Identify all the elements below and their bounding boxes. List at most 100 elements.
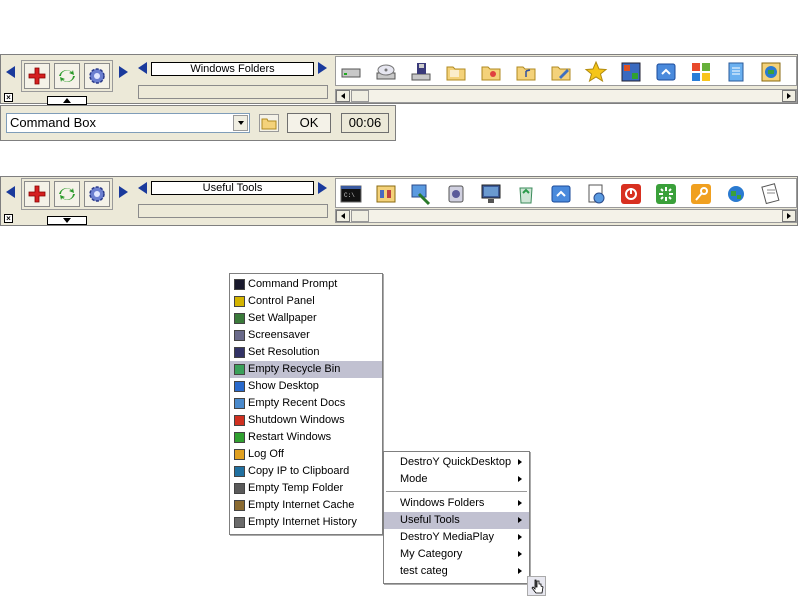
next-panel-arrow-icon[interactable]: [119, 186, 128, 198]
next-panel-arrow-icon[interactable]: [119, 66, 128, 78]
context-item-useful-tools[interactable]: Useful Tools: [384, 512, 529, 529]
toolbar-buttons-group: [21, 178, 113, 210]
scroll-right-button[interactable]: [782, 90, 796, 102]
menu-item-empty-internet-history[interactable]: Empty Internet History: [230, 514, 382, 531]
folder-edit-icon[interactable]: [548, 59, 574, 85]
menu-item-copy-ip-to-clipboard[interactable]: Copy IP to Clipboard: [230, 463, 382, 480]
shutdown-icon: [234, 415, 245, 426]
category-progress-bar: [138, 85, 328, 99]
context-item-label: Windows Folders: [400, 497, 485, 509]
scroll-left-button[interactable]: [336, 210, 350, 222]
close-toolbar-button[interactable]: ×: [4, 214, 13, 223]
menu-item-shutdown-windows[interactable]: Shutdown Windows: [230, 412, 382, 429]
menu-item-label: Command Prompt: [248, 278, 338, 290]
add-button[interactable]: [24, 63, 50, 89]
next-category-arrow-icon[interactable]: [318, 62, 327, 74]
context-item-mode[interactable]: Mode: [384, 471, 529, 488]
notepad-icon[interactable]: [723, 59, 749, 85]
screensaver-icon[interactable]: [443, 181, 469, 207]
folder-shared-icon[interactable]: [443, 59, 469, 85]
cd-drive-icon[interactable]: [373, 59, 399, 85]
recent-docs-icon[interactable]: [583, 181, 609, 207]
scroll-thumb[interactable]: [351, 210, 369, 222]
menu-item-empty-recycle-bin[interactable]: Empty Recycle Bin: [230, 361, 382, 378]
prev-category-arrow-icon[interactable]: [138, 62, 147, 74]
close-toolbar-button[interactable]: ×: [4, 93, 13, 102]
refresh-button[interactable]: [54, 181, 80, 207]
menu-item-show-desktop[interactable]: Show Desktop: [230, 378, 382, 395]
icon-strip: [335, 56, 797, 86]
menu-item-empty-recent-docs[interactable]: Empty Recent Docs: [230, 395, 382, 412]
show-desktop-icon[interactable]: [548, 181, 574, 207]
red-cross-icon: [28, 185, 46, 203]
ip-globe-icon[interactable]: [723, 181, 749, 207]
menu-item-set-wallpaper[interactable]: Set Wallpaper: [230, 310, 382, 327]
wallpaper-icon[interactable]: [408, 181, 434, 207]
favorites-star-icon[interactable]: [583, 59, 609, 85]
context-item-destroy-quickdesktop[interactable]: DestroY QuickDesktop: [384, 454, 529, 471]
dropdown-button[interactable]: [233, 115, 248, 131]
recent-docs-icon: [234, 398, 245, 409]
submenu-arrow-icon: [518, 517, 522, 523]
windows-logo-icon[interactable]: [688, 59, 714, 85]
scroll-left-button[interactable]: [336, 90, 350, 102]
internet-history-icon: [234, 517, 245, 528]
scroll-right-button[interactable]: [782, 210, 796, 222]
folder-music-icon[interactable]: [513, 59, 539, 85]
show-desktop-icon: [234, 381, 245, 392]
temp-folder-icon: [234, 483, 245, 494]
context-item-test-categ[interactable]: test categ: [384, 563, 529, 580]
menu-item-screensaver[interactable]: Screensaver: [230, 327, 382, 344]
menu-item-command-prompt[interactable]: Command Prompt: [230, 276, 382, 293]
control-panel-icon[interactable]: [373, 181, 399, 207]
floppy-drive-icon[interactable]: [408, 59, 434, 85]
settings-button[interactable]: [84, 63, 110, 89]
recycle-bin-icon[interactable]: [513, 181, 539, 207]
resolution-icon[interactable]: [478, 181, 504, 207]
control-panel-icon[interactable]: [618, 59, 644, 85]
gear-icon: [89, 186, 105, 202]
folder-docs-icon[interactable]: [478, 59, 504, 85]
hard-drive-icon[interactable]: [338, 59, 364, 85]
menu-item-log-off[interactable]: Log Off: [230, 446, 382, 463]
restart-icon[interactable]: [653, 181, 679, 207]
add-button[interactable]: [24, 181, 50, 207]
icon-strip-scrollbar[interactable]: [335, 89, 797, 103]
context-item-windows-folders[interactable]: Windows Folders: [384, 495, 529, 512]
gear-icon: [89, 68, 105, 84]
next-category-arrow-icon[interactable]: [318, 182, 327, 194]
settings-button[interactable]: [84, 181, 110, 207]
command-prompt-icon: [234, 279, 245, 290]
prev-panel-arrow-icon[interactable]: [6, 186, 15, 198]
logoff-icon[interactable]: [688, 181, 714, 207]
icon-strip-scrollbar[interactable]: [335, 209, 797, 223]
menu-item-empty-internet-cache[interactable]: Empty Internet Cache: [230, 497, 382, 514]
prev-category-arrow-icon[interactable]: [138, 182, 147, 194]
refresh-button[interactable]: [54, 63, 80, 89]
chevron-left-icon: [341, 93, 345, 99]
menu-item-set-resolution[interactable]: Set Resolution: [230, 344, 382, 361]
ok-button[interactable]: OK: [287, 113, 331, 133]
scroll-thumb[interactable]: [351, 90, 369, 102]
shutdown-icon[interactable]: [618, 181, 644, 207]
browse-folder-button[interactable]: [259, 114, 279, 132]
network-globe-icon[interactable]: [758, 59, 784, 85]
context-item-my-category[interactable]: My Category: [384, 546, 529, 563]
control-panel-icon: [234, 296, 245, 307]
context-item-destroy-mediaplay[interactable]: DestroY MediaPlay: [384, 529, 529, 546]
desktop-window-icon[interactable]: [653, 59, 679, 85]
expand-toolbar-button[interactable]: [47, 216, 87, 225]
collapse-toolbar-button[interactable]: [47, 96, 87, 105]
context-group-categories: Windows Folders Useful Tools DestroY Media…: [384, 495, 529, 580]
menu-item-label: Empty Recycle Bin: [248, 363, 341, 375]
menu-item-restart-windows[interactable]: Restart Windows: [230, 429, 382, 446]
prev-panel-arrow-icon[interactable]: [6, 66, 15, 78]
icon-strip: C:\: [335, 178, 797, 208]
command-prompt-icon[interactable]: C:\: [338, 181, 364, 207]
menu-item-control-panel[interactable]: Control Panel: [230, 293, 382, 310]
context-item-label: test categ: [400, 565, 448, 577]
context-item-label: My Category: [400, 548, 463, 560]
menu-item-empty-temp-folder[interactable]: Empty Temp Folder: [230, 480, 382, 497]
command-box-input[interactable]: Command Box: [6, 113, 250, 133]
temp-folder-icon[interactable]: [758, 181, 784, 207]
